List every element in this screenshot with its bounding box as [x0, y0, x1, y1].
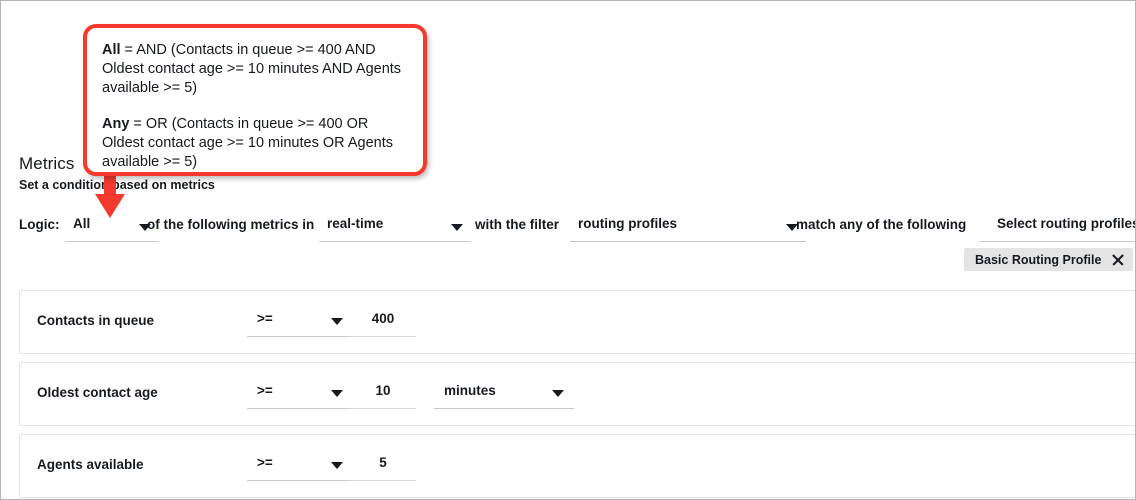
logic-text-1: of the following metrics in — [147, 217, 314, 232]
filter-select-value: routing profiles — [578, 216, 677, 231]
metric-value-input[interactable]: 400 — [350, 307, 416, 337]
chevron-down-icon — [331, 390, 343, 397]
callout-all-line: All = AND (Contacts in queue >= 400 AND … — [102, 41, 407, 98]
timeframe-select-value: real-time — [327, 216, 383, 231]
metric-operator-value: >= — [257, 311, 273, 326]
callout-all-keyword: All — [102, 42, 121, 58]
callout-all-text: = AND (Contacts in queue >= 400 AND Olde… — [102, 42, 401, 96]
select-routing-profiles-label: Select routing profiles — [997, 216, 1136, 231]
chevron-down-icon — [552, 390, 564, 397]
timeframe-select[interactable]: real-time — [319, 214, 471, 242]
metric-unit-select[interactable]: minutes — [434, 379, 574, 409]
chevron-down-icon — [451, 224, 463, 231]
metric-unit-value: minutes — [444, 383, 496, 398]
metric-value-input[interactable]: 5 — [350, 451, 416, 481]
metric-operator-select[interactable]: >= — [247, 451, 353, 481]
metric-operator-value: >= — [257, 455, 273, 470]
metric-operator-select[interactable]: >= — [247, 307, 353, 337]
down-arrow-annotation-icon — [94, 169, 126, 219]
metrics-condition-panel: Metrics Set a condition based on metrics… — [0, 0, 1136, 500]
logic-select-value: All — [73, 216, 90, 231]
callout-any-keyword: Any — [102, 116, 129, 132]
logic-label: Logic: — [19, 217, 60, 232]
chevron-down-icon — [331, 462, 343, 469]
callout-any-text: = OR (Contacts in queue >= 400 OR Oldest… — [102, 116, 393, 170]
chevron-down-icon — [331, 318, 343, 325]
select-routing-profiles-input[interactable]: Select routing profiles — [979, 214, 1136, 242]
metric-value-input[interactable]: 10 — [350, 379, 416, 409]
table-row: Contacts in queue >= 400 — [19, 290, 1136, 354]
table-row: Oldest contact age >= 10 minutes — [19, 362, 1136, 426]
metric-name: Contacts in queue — [37, 313, 154, 328]
routing-profile-chip-label: Basic Routing Profile — [975, 253, 1101, 267]
metric-value: 10 — [350, 383, 416, 398]
page-title: Metrics — [19, 154, 74, 174]
close-icon[interactable] — [1111, 253, 1124, 266]
annotation-callout: All = AND (Contacts in queue >= 400 AND … — [83, 24, 427, 176]
metric-operator-value: >= — [257, 383, 273, 398]
table-row: Agents available >= 5 — [19, 434, 1136, 498]
callout-any-line: Any = OR (Contacts in queue >= 400 OR Ol… — [102, 115, 407, 172]
logic-text-3: match any of the following — [796, 217, 966, 232]
routing-profile-chip[interactable]: Basic Routing Profile — [964, 248, 1133, 271]
logic-row: Logic: All of the following metrics in r… — [19, 214, 1119, 244]
filter-select[interactable]: routing profiles — [570, 214, 806, 242]
metric-name: Oldest contact age — [37, 385, 158, 400]
logic-text-2: with the filter — [475, 217, 559, 232]
metric-operator-select[interactable]: >= — [247, 379, 353, 409]
metric-name: Agents available — [37, 457, 144, 472]
metric-value: 400 — [350, 311, 416, 326]
metric-value: 5 — [350, 455, 416, 470]
